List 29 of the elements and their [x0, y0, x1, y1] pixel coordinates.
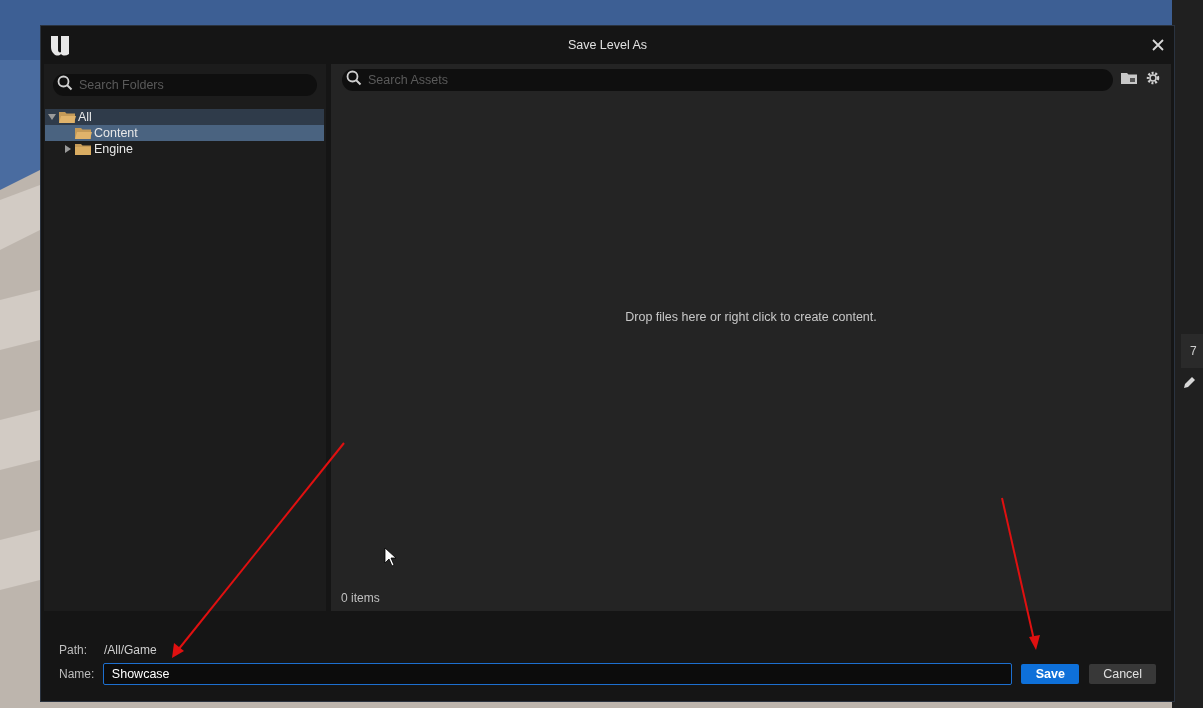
item-count: 0 items: [341, 590, 380, 607]
logo-icon: [49, 33, 71, 57]
path-value: /All/Game: [104, 642, 157, 659]
tree-item[interactable]: Content: [45, 125, 324, 141]
name-field[interactable]: Showcase: [102, 663, 1013, 685]
save-button[interactable]: Save: [1021, 664, 1080, 684]
side-tab[interactable]: 7: [1181, 334, 1203, 368]
cancel-button[interactable]: Cancel: [1089, 664, 1156, 684]
close-icon: [1151, 38, 1165, 52]
empty-message: Drop files here or right click to create content.: [625, 309, 877, 327]
pencil-icon[interactable]: [1182, 376, 1196, 390]
tree-item[interactable]: Engine: [45, 141, 324, 157]
window-title: Save Level As: [567, 36, 648, 54]
folder-icon: [75, 142, 92, 156]
name-label: Name:: [59, 666, 95, 683]
tree-item[interactable]: All: [45, 109, 324, 125]
folder-icon[interactable]: [1121, 71, 1137, 85]
cursor-icon: [384, 547, 397, 567]
expanded-arrow-icon[interactable]: [48, 113, 56, 121]
asset-search-field[interactable]: Search Assets: [342, 69, 1113, 91]
close-button[interactable]: [1151, 38, 1165, 52]
folder-search-field[interactable]: Search Folders: [53, 74, 317, 96]
path-label: Path:: [59, 642, 89, 659]
open-folder-icon: [59, 110, 76, 124]
open-folder-icon: [75, 126, 92, 140]
collapsed-arrow-icon[interactable]: [64, 145, 72, 153]
search-icon: [346, 70, 362, 86]
search-icon: [57, 75, 73, 91]
settings-icon[interactable]: [1145, 70, 1161, 86]
